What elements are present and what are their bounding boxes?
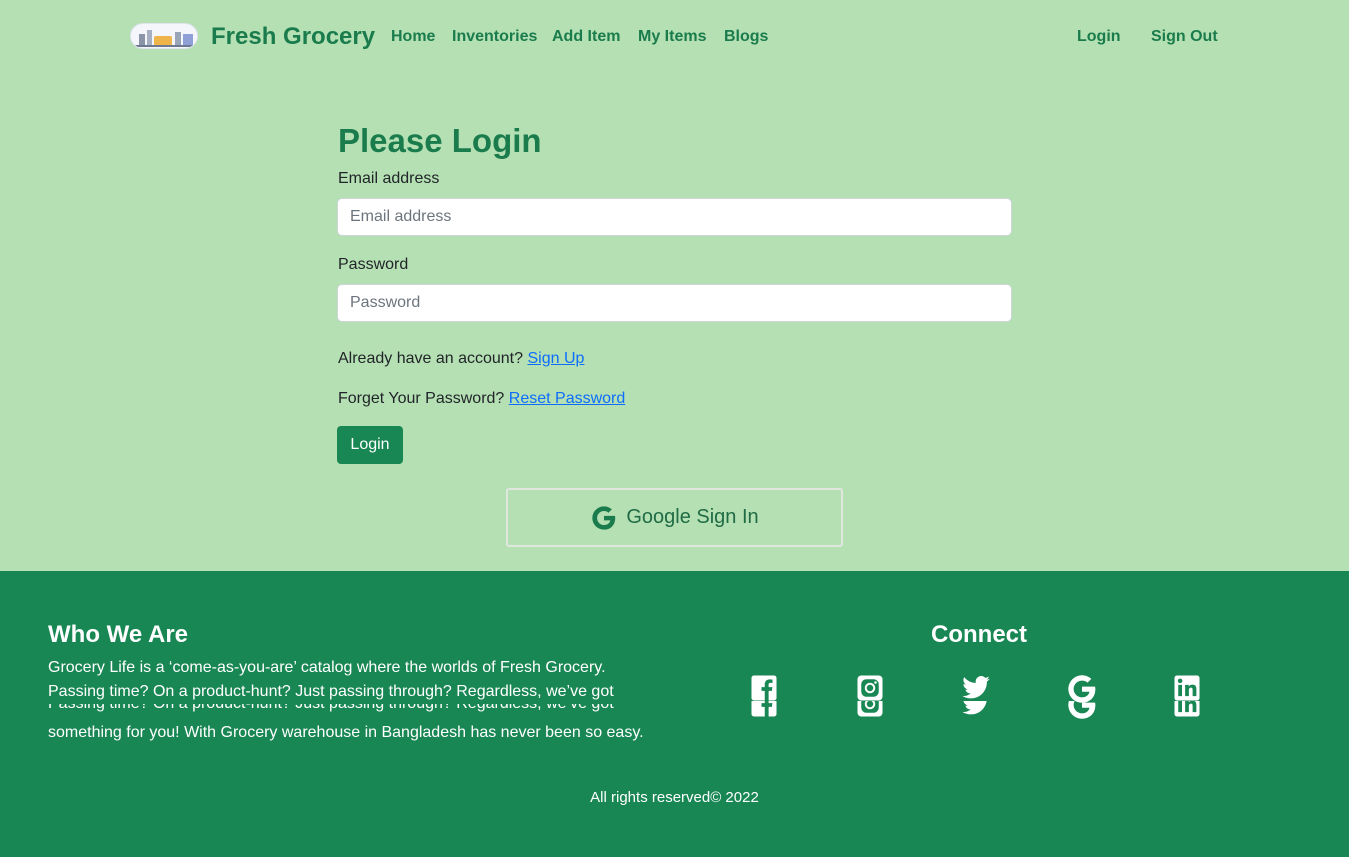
page-title: Please Login — [338, 122, 542, 159]
instagram-icon — [857, 675, 883, 701]
facebook-link[interactable] — [749, 673, 779, 719]
twitter-icon — [962, 676, 990, 699]
google-sign-in-button[interactable]: Google Sign In — [506, 488, 843, 547]
signup-line: Already have an account? Sign Up — [338, 350, 584, 368]
reset-line: Forget Your Password? Reset Password — [338, 390, 625, 408]
password-field[interactable] — [337, 284, 1012, 322]
signup-prompt: Already have an account? — [338, 350, 524, 367]
footer: Who We Are Grocery Life is a ‘come-as-yo… — [0, 571, 1349, 857]
nav-add-item[interactable]: Add Item — [552, 28, 620, 46]
nav-sign-out[interactable]: Sign Out — [1151, 28, 1218, 46]
navbar: Fresh Grocery Home Inventories Add Item … — [0, 0, 1349, 74]
connect-title: Connect — [931, 621, 1027, 648]
nav-inventories[interactable]: Inventories — [452, 28, 537, 46]
google-sign-in-label: Google Sign In — [626, 506, 759, 528]
facebook-icon — [751, 675, 777, 701]
who-we-are-line-1: Grocery Life is a ‘come-as-you-are’ cata… — [48, 659, 606, 676]
password-label: Password — [338, 256, 409, 273]
signup-link[interactable]: Sign Up — [527, 350, 584, 367]
linkedin-link[interactable] — [1172, 673, 1202, 719]
google-link[interactable] — [1066, 673, 1098, 719]
nav-login[interactable]: Login — [1077, 28, 1121, 46]
nav-blogs[interactable]: Blogs — [724, 28, 768, 46]
who-we-are-title: Who We Are — [48, 621, 189, 648]
who-we-are-line-3: something for you! With Grocery warehous… — [48, 724, 644, 741]
instagram-link[interactable] — [855, 673, 885, 719]
email-label: Email address — [338, 170, 440, 187]
nav-my-items[interactable]: My Items — [638, 28, 706, 46]
who-we-are-line-2: Passing time? On a product-hunt? Just pa… — [48, 683, 614, 700]
nav-home[interactable]: Home — [391, 28, 435, 46]
twitter-link[interactable] — [960, 673, 992, 719]
who-we-are-line-2-echo: Passing time? On a product-hunt? Just pa… — [48, 704, 658, 716]
copyright: All rights reserved© 2022 — [590, 789, 759, 806]
linkedin-icon — [1174, 675, 1200, 701]
reset-prompt: Forget Your Password? — [338, 390, 505, 407]
email-field[interactable] — [337, 198, 1012, 236]
reset-password-link[interactable]: Reset Password — [509, 390, 626, 407]
brand-name[interactable]: Fresh Grocery — [211, 23, 375, 51]
google-icon — [592, 505, 616, 530]
login-button[interactable]: Login — [337, 426, 403, 464]
brand-logo[interactable] — [130, 23, 198, 49]
